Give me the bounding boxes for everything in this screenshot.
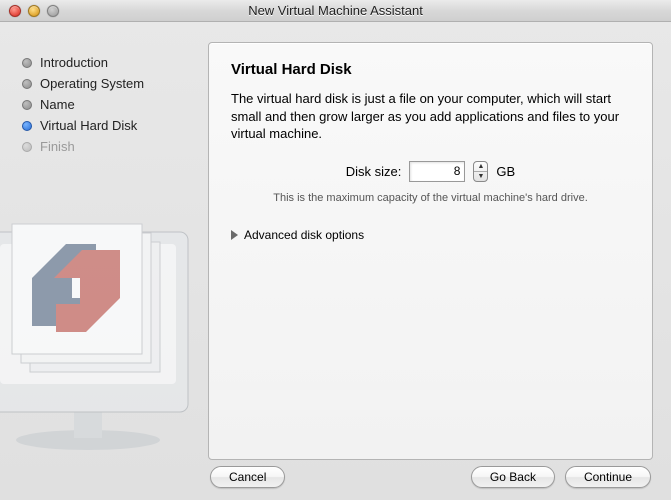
assistant-steps: Introduction Operating System Name Virtu… xyxy=(18,52,194,157)
close-icon[interactable] xyxy=(9,5,21,17)
stepper-down-icon[interactable]: ▼ xyxy=(474,172,487,181)
step-name: Name xyxy=(18,94,194,115)
titlebar: New Virtual Machine Assistant xyxy=(0,0,671,22)
main-panel: Virtual Hard Disk The virtual hard disk … xyxy=(208,42,653,460)
minimize-icon[interactable] xyxy=(28,5,40,17)
disk-size-input[interactable] xyxy=(409,161,465,182)
step-bullet-icon xyxy=(22,142,32,152)
step-label: Name xyxy=(40,97,75,112)
step-label: Finish xyxy=(40,139,75,154)
zoom-icon xyxy=(47,5,59,17)
disk-size-hint: This is the maximum capacity of the virt… xyxy=(231,192,630,204)
continue-button[interactable]: Continue xyxy=(565,466,651,488)
footer: Cancel Go Back Continue xyxy=(0,460,671,500)
disclosure-triangle-icon xyxy=(231,230,238,240)
step-bullet-icon xyxy=(22,121,32,131)
advanced-disk-options-disclosure[interactable]: Advanced disk options xyxy=(231,226,630,244)
step-operating-system: Operating System xyxy=(18,73,194,94)
panel-description: The virtual hard disk is just a file on … xyxy=(231,90,630,143)
step-bullet-icon xyxy=(22,79,32,89)
disk-size-unit: GB xyxy=(496,164,515,179)
disk-size-stepper[interactable]: ▲ ▼ xyxy=(473,161,488,182)
step-finish: Finish xyxy=(18,136,194,157)
step-introduction: Introduction xyxy=(18,52,194,73)
panel-heading: Virtual Hard Disk xyxy=(231,61,630,78)
step-label: Virtual Hard Disk xyxy=(40,118,137,133)
window-title: New Virtual Machine Assistant xyxy=(0,3,671,18)
sidebar: Introduction Operating System Name Virtu… xyxy=(18,42,194,460)
go-back-button[interactable]: Go Back xyxy=(471,466,555,488)
step-virtual-hard-disk: Virtual Hard Disk xyxy=(18,115,194,136)
stepper-up-icon[interactable]: ▲ xyxy=(474,162,487,172)
assistant-art xyxy=(0,192,218,452)
step-label: Introduction xyxy=(40,55,108,70)
disk-size-row: Disk size: ▲ ▼ GB xyxy=(231,161,630,182)
step-label: Operating System xyxy=(40,76,144,91)
disk-size-label: Disk size: xyxy=(346,164,402,179)
cancel-button[interactable]: Cancel xyxy=(210,466,285,488)
advanced-label: Advanced disk options xyxy=(244,228,364,242)
step-bullet-icon xyxy=(22,100,32,110)
step-bullet-icon xyxy=(22,58,32,68)
window-controls xyxy=(0,5,59,17)
